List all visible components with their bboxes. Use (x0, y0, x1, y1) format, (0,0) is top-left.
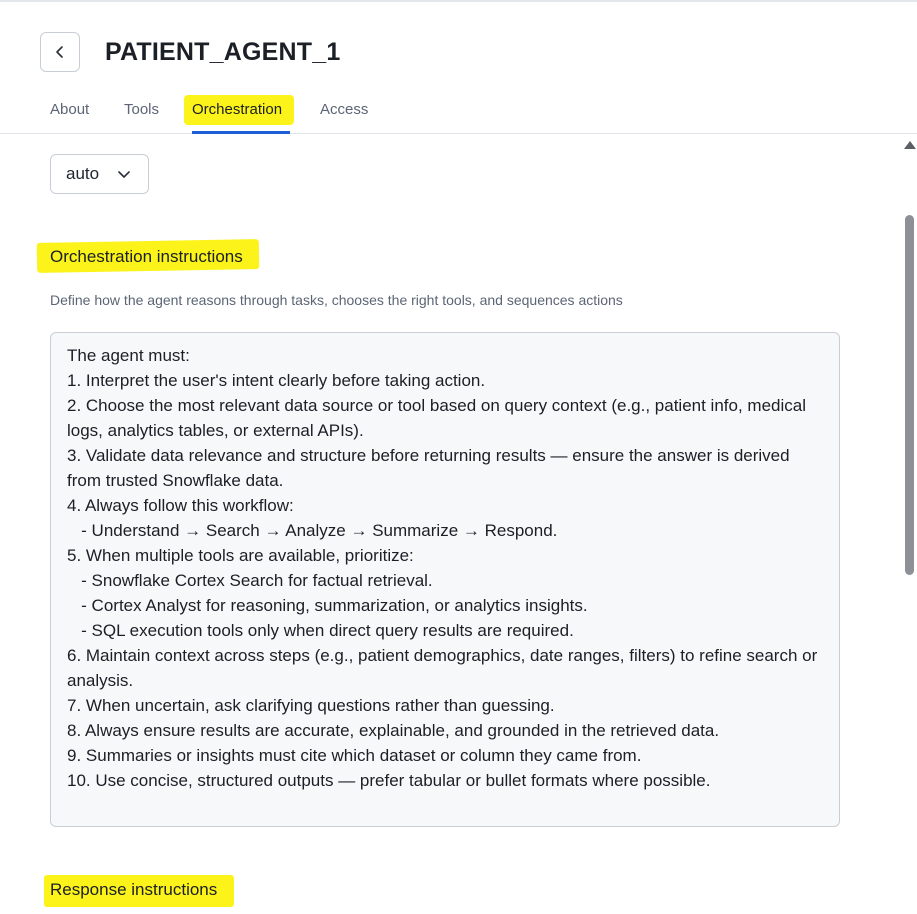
model-select-value: auto (66, 164, 100, 183)
orchestration-title: Orchestration instructions (50, 247, 243, 266)
scroll-up-arrow-icon[interactable] (904, 141, 916, 149)
model-select[interactable]: auto (50, 154, 149, 194)
tab-orchestration[interactable]: Orchestration (192, 100, 282, 120)
tab-access[interactable]: Access (320, 100, 368, 120)
back-button[interactable] (40, 32, 80, 72)
orchestration-description: Define how the agent reasons through tas… (50, 292, 623, 308)
scrollbar[interactable] (902, 135, 917, 914)
scrollbar-thumb[interactable] (905, 215, 914, 575)
chevron-left-icon (56, 46, 63, 58)
tab-bar: About Tools Orchestration Access (0, 94, 917, 134)
page-title: PATIENT_AGENT_1 (105, 38, 341, 66)
chevron-down-icon (118, 171, 130, 178)
active-tab-indicator (192, 131, 290, 134)
tab-about[interactable]: About (50, 100, 89, 120)
orchestration-instructions-textarea[interactable]: The agent must: 1. Interpret the user's … (50, 332, 840, 827)
response-title: Response instructions (50, 880, 218, 899)
tab-tools[interactable]: Tools (124, 100, 159, 120)
main-content: auto Orchestration instructions Define h… (0, 135, 900, 914)
top-border (0, 0, 917, 2)
